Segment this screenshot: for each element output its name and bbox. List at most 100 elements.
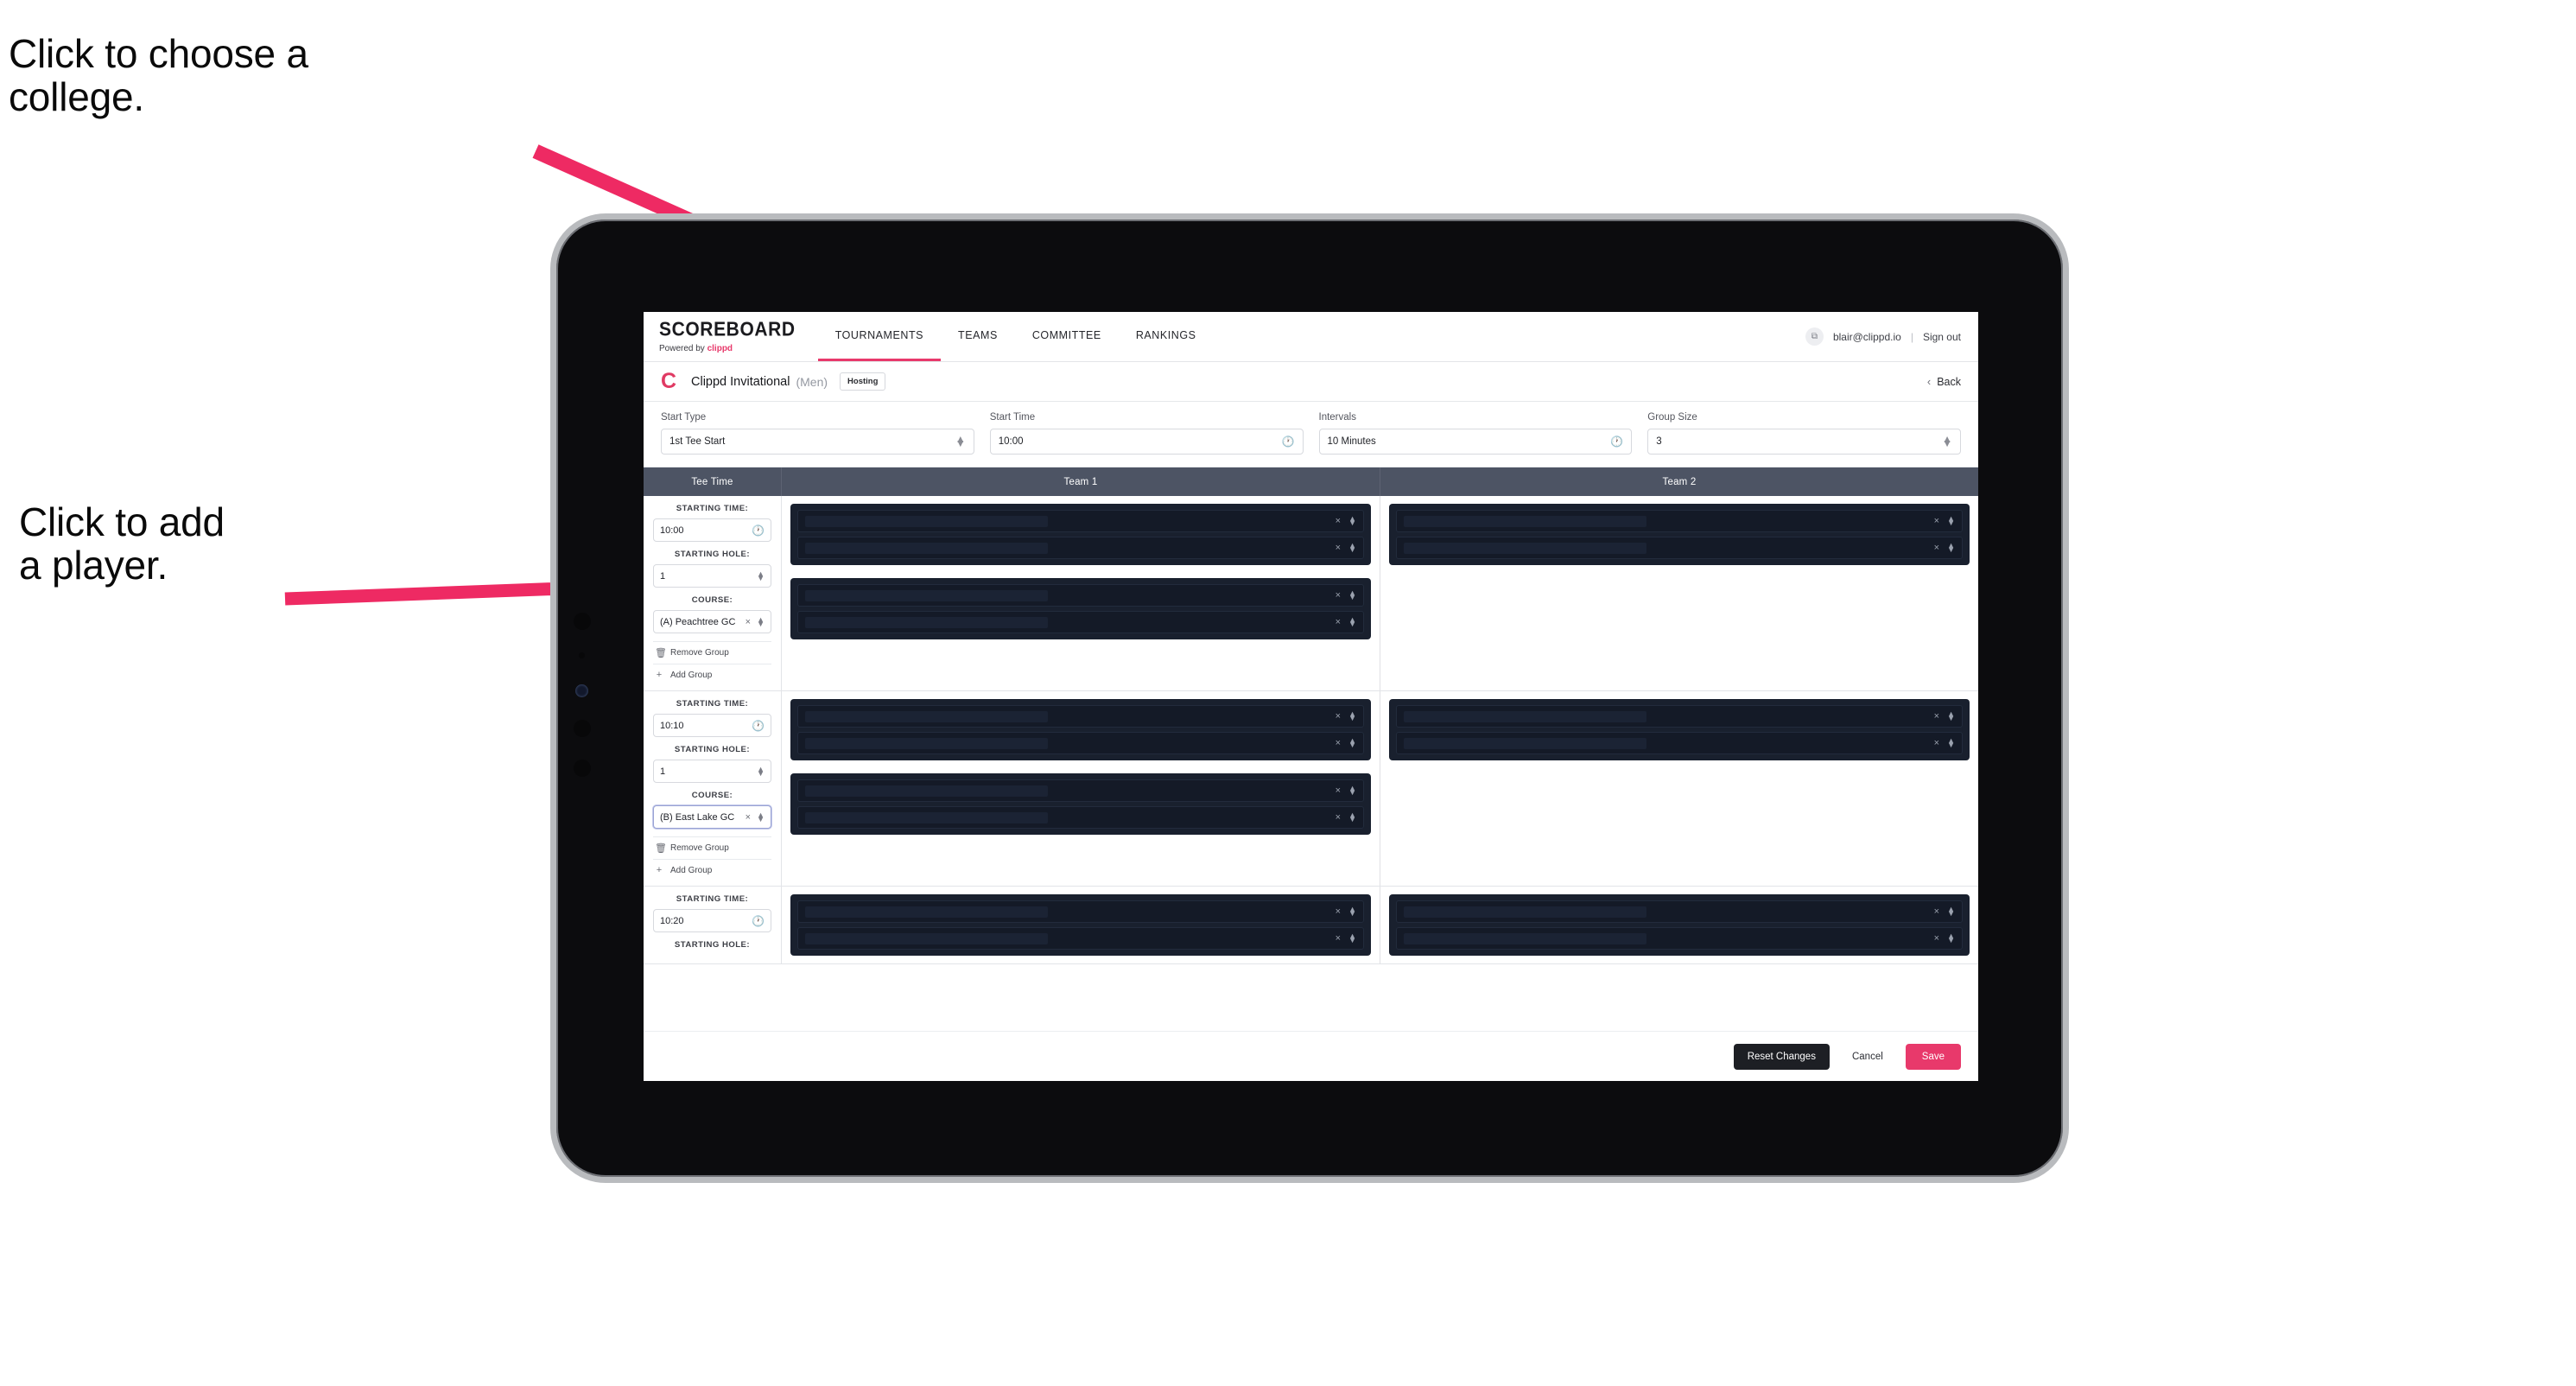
- save-button[interactable]: Save: [1905, 1043, 1961, 1070]
- trash-icon: 🗑: [655, 648, 667, 658]
- course-select[interactable]: (B) East Lake GC × ▲ ▼: [653, 805, 771, 829]
- clear-icon[interactable]: ×: [1336, 933, 1341, 944]
- player-slot[interactable]: × ▲ ▼: [797, 584, 1364, 607]
- starting-time-input[interactable]: 10:20 🕐: [653, 909, 771, 932]
- player-slot[interactable]: × ▲ ▼: [1396, 510, 1963, 532]
- clear-icon[interactable]: ×: [746, 812, 751, 823]
- player-slot[interactable]: × ▲ ▼: [797, 510, 1364, 532]
- intervals-input[interactable]: 10 Minutes 🕐: [1318, 429, 1633, 455]
- chevron-updown-icon[interactable]: ▲ ▼: [757, 615, 765, 627]
- nav-tab-committee[interactable]: COMMITTEE: [1015, 312, 1119, 361]
- chevron-updown-icon[interactable]: ▲ ▼: [1348, 710, 1356, 722]
- clear-icon[interactable]: ×: [1336, 543, 1341, 553]
- player-slot[interactable]: × ▲ ▼: [1396, 732, 1963, 754]
- clear-icon[interactable]: ×: [1934, 516, 1939, 526]
- chevron-updown-icon[interactable]: ▲ ▼: [1348, 785, 1356, 797]
- add-group-button[interactable]: + Add Group: [653, 859, 771, 881]
- player-slot[interactable]: × ▲ ▼: [797, 611, 1364, 633]
- chevron-updown-icon[interactable]: ▲ ▼: [1947, 737, 1955, 749]
- chevron-updown-icon[interactable]: ▲ ▼: [1947, 906, 1955, 918]
- chevron-updown-icon[interactable]: ▲ ▼: [1348, 589, 1356, 601]
- starting-time-input[interactable]: 10:00 🕐: [653, 518, 771, 542]
- course-select[interactable]: (A) Peachtree GC × ▲ ▼: [653, 610, 771, 633]
- remove-group-button[interactable]: 🗑 Remove Group: [653, 836, 771, 859]
- chevron-updown-icon[interactable]: ▲ ▼: [1348, 737, 1356, 749]
- player-slot[interactable]: × ▲ ▼: [797, 806, 1364, 829]
- annotation-choose-college: Click to choose a college.: [9, 31, 308, 119]
- clear-icon[interactable]: ×: [1336, 906, 1341, 917]
- account-separator: |: [1910, 330, 1913, 343]
- clear-icon[interactable]: ×: [1336, 711, 1341, 722]
- clear-icon[interactable]: ×: [1336, 812, 1341, 823]
- chevron-updown-icon[interactable]: ▲ ▼: [1348, 515, 1356, 527]
- clear-icon[interactable]: ×: [1934, 543, 1939, 553]
- clear-icon[interactable]: ×: [746, 617, 751, 627]
- nav-tab-teams[interactable]: TEAMS: [941, 312, 1015, 361]
- brand-logo[interactable]: SCOREBOARD Powered by clippd: [659, 312, 818, 361]
- filter-start-time: Start Time 10:00 🕐: [989, 412, 1304, 455]
- chevron-updown-icon[interactable]: ▲ ▼: [1348, 906, 1356, 918]
- player-group: × ▲ ▼ × ▲ ▼: [1389, 504, 1970, 565]
- clock-icon: 🕐: [752, 719, 765, 732]
- course-value: (B) East Lake GC: [660, 811, 735, 823]
- tee-time-cell: STARTING TIME: 10:10 🕐 STARTING HOLE: 1 ▲ ▼ COU…: [644, 691, 782, 886]
- clear-icon[interactable]: ×: [1934, 711, 1939, 722]
- column-header-team1: Team 1: [1063, 476, 1098, 487]
- course-label: COURSE:: [691, 595, 733, 605]
- reset-changes-button[interactable]: Reset Changes: [1733, 1043, 1830, 1070]
- chevron-updown-icon[interactable]: ▲ ▼: [1947, 932, 1955, 944]
- avatar[interactable]: ⧉: [1805, 327, 1824, 346]
- redacted-player-name: [805, 542, 1048, 554]
- player-slot[interactable]: × ▲ ▼: [797, 537, 1364, 559]
- player-slot[interactable]: × ▲ ▼: [1396, 705, 1963, 728]
- starting-time-input[interactable]: 10:10 🕐: [653, 714, 771, 737]
- chevron-updown-icon[interactable]: ▲ ▼: [1348, 616, 1356, 628]
- starting-time-value: 10:20: [660, 915, 684, 926]
- team2-cell: × ▲ ▼ × ▲ ▼: [1380, 691, 1978, 886]
- player-slot[interactable]: × ▲ ▼: [797, 779, 1364, 802]
- chevron-updown-icon[interactable]: ▲ ▼: [1947, 710, 1955, 722]
- chevron-updown-icon[interactable]: ▲ ▼: [1947, 515, 1955, 527]
- redacted-player-name: [805, 710, 1048, 722]
- starting-hole-input[interactable]: 1 ▲ ▼: [653, 564, 771, 588]
- start-time-input[interactable]: 10:00 🕐: [989, 429, 1304, 455]
- chevron-updown-icon[interactable]: ▲ ▼: [1348, 811, 1356, 823]
- chevron-updown-icon[interactable]: ▲ ▼: [757, 811, 765, 823]
- nav-tab-tournaments[interactable]: TOURNAMENTS: [817, 312, 942, 361]
- chevron-updown-icon[interactable]: ▲ ▼: [1947, 542, 1955, 554]
- cancel-button[interactable]: Cancel: [1833, 1044, 1902, 1070]
- group-size-select[interactable]: 3 ▲ ▼: [1647, 429, 1961, 455]
- clear-icon[interactable]: ×: [1934, 933, 1939, 944]
- player-slot[interactable]: × ▲ ▼: [1396, 900, 1963, 923]
- chevron-updown-icon[interactable]: ▲ ▼: [757, 765, 765, 777]
- bezel-dot-icon: [574, 760, 591, 777]
- tablet-bezel-sensors: [574, 613, 596, 799]
- player-slot[interactable]: × ▲ ▼: [1396, 927, 1963, 950]
- player-slot[interactable]: × ▲ ▼: [797, 900, 1364, 923]
- starting-hole-input[interactable]: 1 ▲ ▼: [653, 760, 771, 783]
- remove-group-button[interactable]: 🗑 Remove Group: [653, 641, 771, 664]
- start-type-select[interactable]: 1st Tee Start ▲ ▼: [661, 429, 974, 455]
- player-slot[interactable]: × ▲ ▼: [797, 927, 1364, 950]
- player-slot[interactable]: × ▲ ▼: [797, 732, 1364, 754]
- clear-icon[interactable]: ×: [1336, 738, 1341, 748]
- filter-start-type: Start Type 1st Tee Start ▲ ▼: [661, 412, 974, 455]
- player-slot[interactable]: × ▲ ▼: [1396, 537, 1963, 559]
- starting-hole-label: STARTING HOLE:: [674, 745, 751, 754]
- chevron-updown-icon[interactable]: ▲ ▼: [757, 569, 765, 582]
- chevron-updown-icon[interactable]: ▲ ▼: [1348, 542, 1356, 554]
- chevron-updown-icon[interactable]: ▲ ▼: [1348, 932, 1356, 944]
- player-slot[interactable]: × ▲ ▼: [797, 705, 1364, 728]
- clear-icon[interactable]: ×: [1336, 785, 1341, 796]
- clear-icon[interactable]: ×: [1934, 906, 1939, 917]
- clear-icon[interactable]: ×: [1336, 590, 1341, 601]
- remove-group-label: Remove Group: [670, 843, 729, 853]
- clear-icon[interactable]: ×: [1934, 738, 1939, 748]
- nav-tab-rankings[interactable]: RANKINGS: [1119, 312, 1214, 361]
- add-group-button[interactable]: + Add Group: [653, 664, 771, 685]
- clear-icon[interactable]: ×: [1336, 617, 1341, 627]
- table-header-row: Tee Time Team 1 Team 2: [644, 467, 1978, 496]
- clear-icon[interactable]: ×: [1336, 516, 1341, 526]
- back-button[interactable]: ‹ Back: [1927, 375, 1961, 388]
- sign-out-link[interactable]: Sign out: [1923, 331, 1961, 343]
